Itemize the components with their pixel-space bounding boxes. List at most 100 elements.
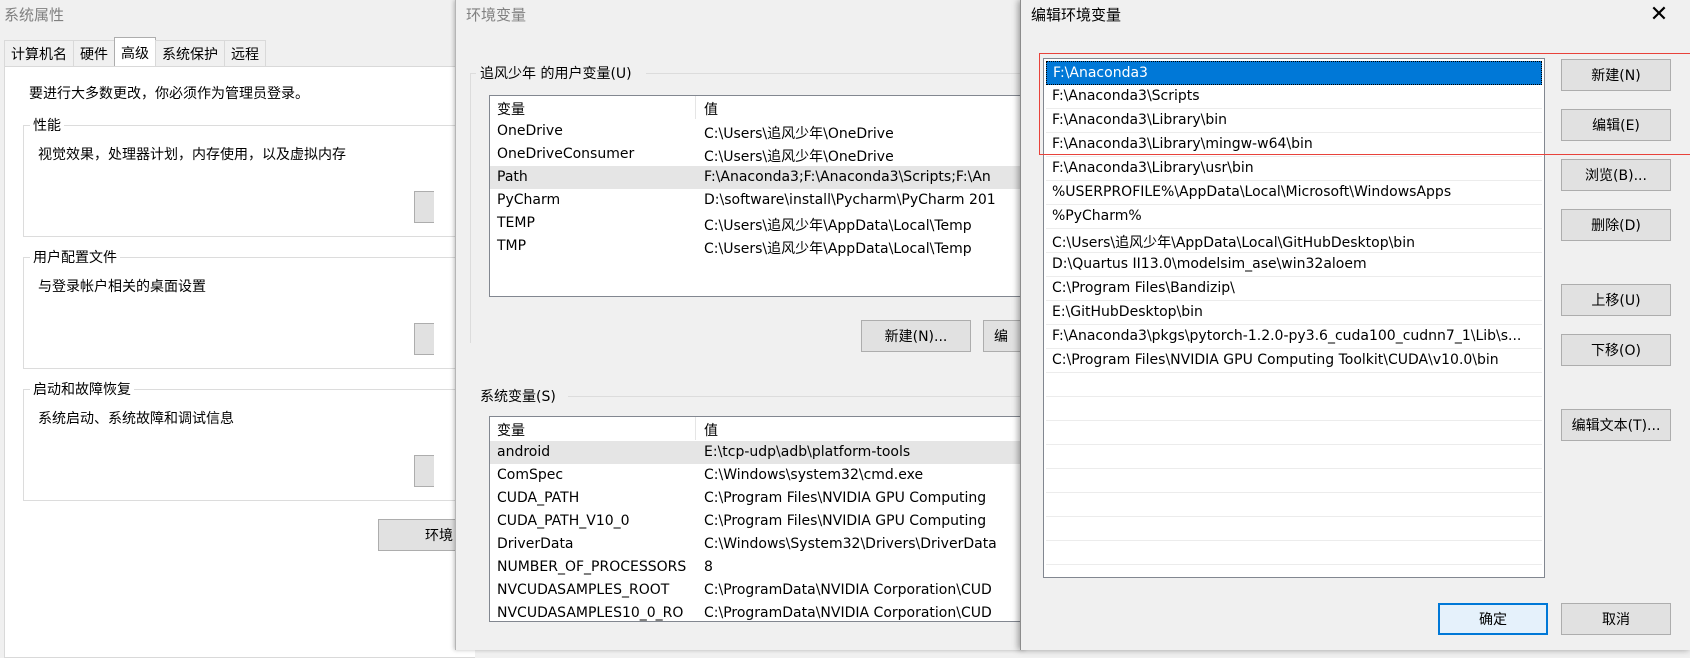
table-row-selected[interactable]: android E:\tcp-udp\adb\platform-tools	[490, 441, 1033, 464]
var-value: E:\tcp-udp\adb\platform-tools	[704, 444, 911, 460]
list-item[interactable]: F:\Anaconda3\pkgs\pytorch-1.2.0-py3.6_cu…	[1046, 325, 1542, 349]
table-row[interactable]: OneDriveConsumer C:\Users\追风少年\OneDrive	[490, 143, 1033, 166]
var-name: NVCUDASAMPLES10_0_RO	[497, 605, 684, 621]
var-value: C:\Users\追风少年\OneDrive	[704, 149, 894, 165]
browse-button[interactable]: 浏览(B)...	[1561, 159, 1671, 191]
user-profiles-settings-button[interactable]	[414, 323, 434, 355]
startup-recovery-desc: 系统启动、系统故障和调试信息	[38, 411, 234, 427]
var-value: C:\ProgramData\NVIDIA Corporation\CUD	[704, 605, 992, 621]
var-name: CUDA_PATH_V10_0	[497, 513, 630, 529]
list-item-empty[interactable]	[1046, 397, 1542, 421]
ok-button[interactable]: 确定	[1438, 603, 1548, 635]
path-entry: %USERPROFILE%\AppData\Local\Microsoft\Wi…	[1052, 184, 1452, 200]
path-entry: %PyCharm%	[1052, 208, 1142, 224]
path-entry: D:\Quartus II13.0\modelsim_ase\win32aloe…	[1052, 256, 1367, 272]
table-row-selected[interactable]: Path F:\Anaconda3;F:\Anaconda3\Scripts;F…	[490, 166, 1033, 189]
column-divider[interactable]	[695, 96, 696, 119]
var-name: TEMP	[497, 215, 535, 231]
var-value: C:\Windows\System32\Drivers\DriverData	[704, 536, 997, 552]
table-row[interactable]: NVCUDASAMPLES10_0_RO C:\ProgramData\NVID…	[490, 602, 1033, 621]
var-name: Path	[497, 169, 528, 185]
system-vars-list[interactable]: 变量 值 android E:\tcp-udp\adb\platform-too…	[489, 416, 1034, 622]
startup-recovery-legend: 启动和故障恢复	[30, 379, 134, 399]
list-item-empty[interactable]	[1046, 373, 1542, 397]
table-row[interactable]: ComSpec C:\Windows\system32\cmd.exe	[490, 464, 1033, 487]
list-item[interactable]: C:\Users\追风少年\AppData\Local\GitHubDeskto…	[1046, 229, 1542, 253]
var-name: PyCharm	[497, 192, 561, 208]
list-item-empty[interactable]	[1046, 469, 1542, 493]
window-title: 编辑环境变量	[1031, 6, 1122, 24]
user-vars-list[interactable]: 变量 值 OneDrive C:\Users\追风少年\OneDrive One…	[489, 95, 1034, 297]
list-item[interactable]: F:\Anaconda3\Scripts	[1046, 85, 1542, 109]
list-item[interactable]: %PyCharm%	[1046, 205, 1542, 229]
list-item-empty[interactable]	[1046, 541, 1542, 565]
table-row[interactable]: NUMBER_OF_PROCESSORS 8	[490, 556, 1033, 579]
tab-bar: 计算机名 硬件 高级 系统保护 远程	[4, 37, 266, 69]
path-list[interactable]: F:\Anaconda3 F:\Anaconda3\Scripts F:\Ana…	[1043, 58, 1545, 578]
var-name: DriverData	[497, 536, 574, 552]
var-name: CUDA_PATH	[497, 490, 580, 506]
var-value: D:\software\install\Pycharm\PyCharm 201	[704, 192, 996, 208]
edit-button[interactable]: 编辑(E)	[1561, 109, 1671, 141]
window-title: 系统属性	[4, 6, 65, 24]
list-item-selected[interactable]: F:\Anaconda3	[1046, 61, 1542, 85]
tab-remote[interactable]: 远程	[224, 40, 266, 66]
tab-hardware[interactable]: 硬件	[73, 40, 115, 66]
column-divider[interactable]	[695, 417, 696, 440]
list-item-empty[interactable]	[1046, 445, 1542, 469]
cancel-button[interactable]: 取消	[1561, 603, 1671, 635]
startup-recovery-settings-button[interactable]	[414, 455, 434, 487]
list-item[interactable]: F:\Anaconda3\Library\usr\bin	[1046, 157, 1542, 181]
list-item-empty[interactable]	[1046, 493, 1542, 517]
list-item[interactable]: F:\Anaconda3\Library\mingw-w64\bin	[1046, 133, 1542, 157]
list-item[interactable]: C:\Program Files\NVIDIA GPU Computing To…	[1046, 349, 1542, 373]
tab-computer-name[interactable]: 计算机名	[4, 40, 74, 66]
tab-advanced[interactable]: 高级	[114, 37, 156, 69]
close-icon[interactable]: ✕	[1645, 2, 1673, 27]
column-value[interactable]: 值	[704, 420, 718, 440]
list-item[interactable]: F:\Anaconda3\Library\bin	[1046, 109, 1542, 133]
list-item[interactable]: E:\GitHubDesktop\bin	[1046, 301, 1542, 325]
performance-group: 性能 视觉效果，处理器计划，内存使用，以及虚拟内存	[23, 115, 484, 237]
list-item[interactable]: C:\Program Files\Bandizip\	[1046, 277, 1542, 301]
table-row[interactable]: PyCharm D:\software\install\Pycharm\PyCh…	[490, 189, 1033, 212]
new-button[interactable]: 新建(N)	[1561, 59, 1671, 91]
list-item[interactable]: D:\Quartus II13.0\modelsim_ase\win32aloe…	[1046, 253, 1542, 277]
table-row[interactable]: TMP C:\Users\追风少年\AppData\Local\Temp	[490, 235, 1033, 258]
column-variable[interactable]: 变量	[497, 420, 525, 440]
performance-desc: 视觉效果，处理器计划，内存使用，以及虚拟内存	[38, 147, 346, 163]
table-row[interactable]: CUDA_PATH C:\Program Files\NVIDIA GPU Co…	[490, 487, 1033, 510]
user-vars-group-line	[646, 73, 1026, 74]
table-row[interactable]: TEMP C:\Users\追风少年\AppData\Local\Temp	[490, 212, 1033, 235]
user-vars-new-button[interactable]: 新建(N)...	[861, 320, 971, 352]
path-entry: C:\Program Files\NVIDIA GPU Computing To…	[1052, 352, 1499, 368]
list-item-empty[interactable]	[1046, 517, 1542, 541]
list-item-empty[interactable]	[1046, 421, 1542, 445]
var-value: C:\Users\追风少年\OneDrive	[704, 126, 894, 142]
var-value: C:\Program Files\NVIDIA GPU Computing	[704, 490, 987, 506]
move-up-button[interactable]: 上移(U)	[1561, 284, 1671, 316]
path-entry: F:\Anaconda3\Scripts	[1052, 88, 1200, 104]
path-entry: F:\Anaconda3\pkgs\pytorch-1.2.0-py3.6_cu…	[1052, 328, 1522, 344]
performance-settings-button[interactable]	[414, 191, 434, 223]
path-entry: C:\Users\追风少年\AppData\Local\GitHubDeskto…	[1052, 235, 1415, 251]
performance-legend: 性能	[30, 115, 64, 135]
path-entry: C:\Program Files\Bandizip\	[1052, 280, 1235, 296]
delete-button[interactable]: 删除(D)	[1561, 209, 1671, 241]
tab-system-protection[interactable]: 系统保护	[155, 40, 225, 66]
edit-text-button[interactable]: 编辑文本(T)...	[1561, 409, 1671, 441]
list-item[interactable]: %USERPROFILE%\AppData\Local\Microsoft\Wi…	[1046, 181, 1542, 205]
move-down-button[interactable]: 下移(O)	[1561, 334, 1671, 366]
var-name: android	[497, 444, 551, 460]
user-profiles-desc: 与登录帐户相关的桌面设置	[38, 279, 206, 295]
environment-variables-window: 环境变量 追风少年 的用户变量(U) 变量 值 OneDrive C:\User…	[455, 0, 1043, 650]
table-row[interactable]: CUDA_PATH_V10_0 C:\Program Files\NVIDIA …	[490, 510, 1033, 533]
column-variable[interactable]: 变量	[497, 99, 525, 119]
system-properties-window: 系统属性 计算机名 硬件 高级 系统保护 远程 要进行大多数更改，你必须作为管理…	[0, 0, 484, 658]
var-name: OneDriveConsumer	[497, 146, 635, 162]
column-value[interactable]: 值	[704, 99, 718, 119]
table-row[interactable]: DriverData C:\Windows\System32\Drivers\D…	[490, 533, 1033, 556]
table-row[interactable]: OneDrive C:\Users\追风少年\OneDrive	[490, 120, 1033, 143]
table-row[interactable]: NVCUDASAMPLES_ROOT C:\ProgramData\NVIDIA…	[490, 579, 1033, 602]
var-value: F:\Anaconda3;F:\Anaconda3\Scripts;F:\An	[704, 169, 991, 185]
